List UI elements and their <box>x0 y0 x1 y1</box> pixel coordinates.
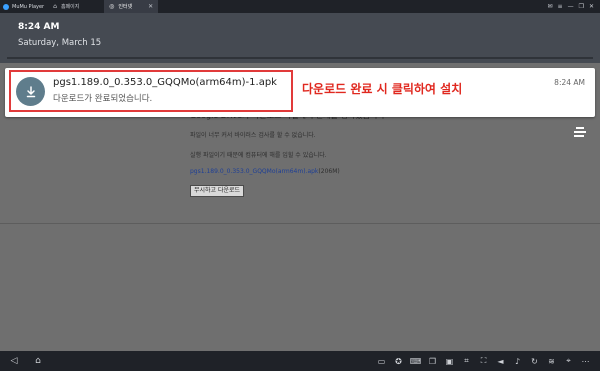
tab-internet-label: 인터넷 <box>118 4 133 10</box>
app-name: MuMu Player <box>0 0 48 13</box>
shake-icon[interactable]: ≋ <box>543 357 560 366</box>
shade-divider <box>7 57 593 59</box>
content-divider <box>0 223 600 224</box>
browser-icon: ◎ <box>109 3 115 10</box>
file-link[interactable]: pgs1.189.0_0.353.0_GQQMo(arm64m).apk <box>190 168 318 175</box>
home-icon: ⌂ <box>53 3 57 10</box>
window-controls: ✉ ≡ — ❐ ✕ <box>548 3 600 10</box>
notification-time: 8:24 AM <box>554 78 585 87</box>
warning-line-size: 파일이 너무 커서 바이러스 검사를 할 수 없습니다. <box>190 132 316 139</box>
download-anyway-button[interactable]: 무시하고 다운로드 <box>190 185 245 197</box>
notification-shade: 8:24 AM Saturday, March 15 <box>0 13 600 63</box>
home-nav-icon[interactable]: ⌂ <box>28 356 48 366</box>
volume-up-icon[interactable]: ♪ <box>509 357 526 366</box>
close-window-icon[interactable]: ✕ <box>589 3 594 10</box>
more-icon[interactable]: ⋯ <box>577 357 594 366</box>
shade-date: Saturday, March 15 <box>18 38 102 48</box>
mumu-logo-icon <box>3 3 9 10</box>
warning-line-executable: 실행 파일이기 때문에 컴퓨터에 해를 입힐 수 있습니다. <box>190 152 327 159</box>
install-annotation: 다운로드 완료 시 클릭하여 설치 <box>302 82 463 96</box>
tab-home[interactable]: ⌂ 홈페이지 <box>48 0 104 13</box>
download-complete-notification[interactable]: pgs1.189.0_0.353.0_GQQMo(arm64m)-1.apk 다… <box>5 68 595 117</box>
location-icon[interactable]: ⌖ <box>560 356 577 366</box>
tab-close-icon[interactable]: ✕ <box>148 3 153 10</box>
camera-icon[interactable]: ▭ <box>373 357 390 366</box>
screenshot-icon[interactable]: ⌗ <box>458 356 475 366</box>
app-name-label: MuMu Player <box>12 3 45 10</box>
menu-icon[interactable]: ≡ <box>558 3 563 10</box>
rotate-icon[interactable]: ↻ <box>526 357 543 366</box>
keyboard-icon[interactable]: ⌨ <box>407 357 424 366</box>
highlight-box <box>9 70 293 112</box>
mail-icon[interactable]: ✉ <box>548 3 553 10</box>
volume-down-icon[interactable]: ◄ <box>492 357 509 366</box>
shade-time: 8:24 AM <box>18 22 60 32</box>
android-screen: Google Drive가 다운로드 파일에서 문제를 검사했습니다 파일이 너… <box>0 13 600 351</box>
tab-home-label: 홈페이지 <box>60 4 80 10</box>
back-icon[interactable]: ◁ <box>4 356 24 366</box>
file-size: (206M) <box>318 168 340 175</box>
maximize-icon[interactable]: ❐ <box>579 3 584 10</box>
multi-window-icon[interactable]: ❐ <box>424 357 441 366</box>
title-bar: MuMu Player ⌂ 홈페이지 ◎ 인터넷 ✕ ✉ ≡ — ❐ ✕ <box>0 0 600 13</box>
fullscreen-icon[interactable]: ⛶ <box>475 356 492 366</box>
gamepad-icon[interactable]: ✪ <box>390 357 407 366</box>
hamburger-menu-icon[interactable] <box>574 127 586 139</box>
bottom-toolbar: ◁ ⌂ ▭ ✪ ⌨ ❐ ▣ ⌗ ⛶ ◄ ♪ ↻ ≋ ⌖ ⋯ <box>0 351 600 371</box>
tab-internet[interactable]: ◎ 인터넷 ✕ <box>104 0 159 13</box>
minimize-icon[interactable]: — <box>568 3 574 10</box>
file-row: pgs1.189.0_0.353.0_GQQMo(arm64m).apk(206… <box>190 168 340 175</box>
apk-icon[interactable]: ▣ <box>441 357 458 366</box>
